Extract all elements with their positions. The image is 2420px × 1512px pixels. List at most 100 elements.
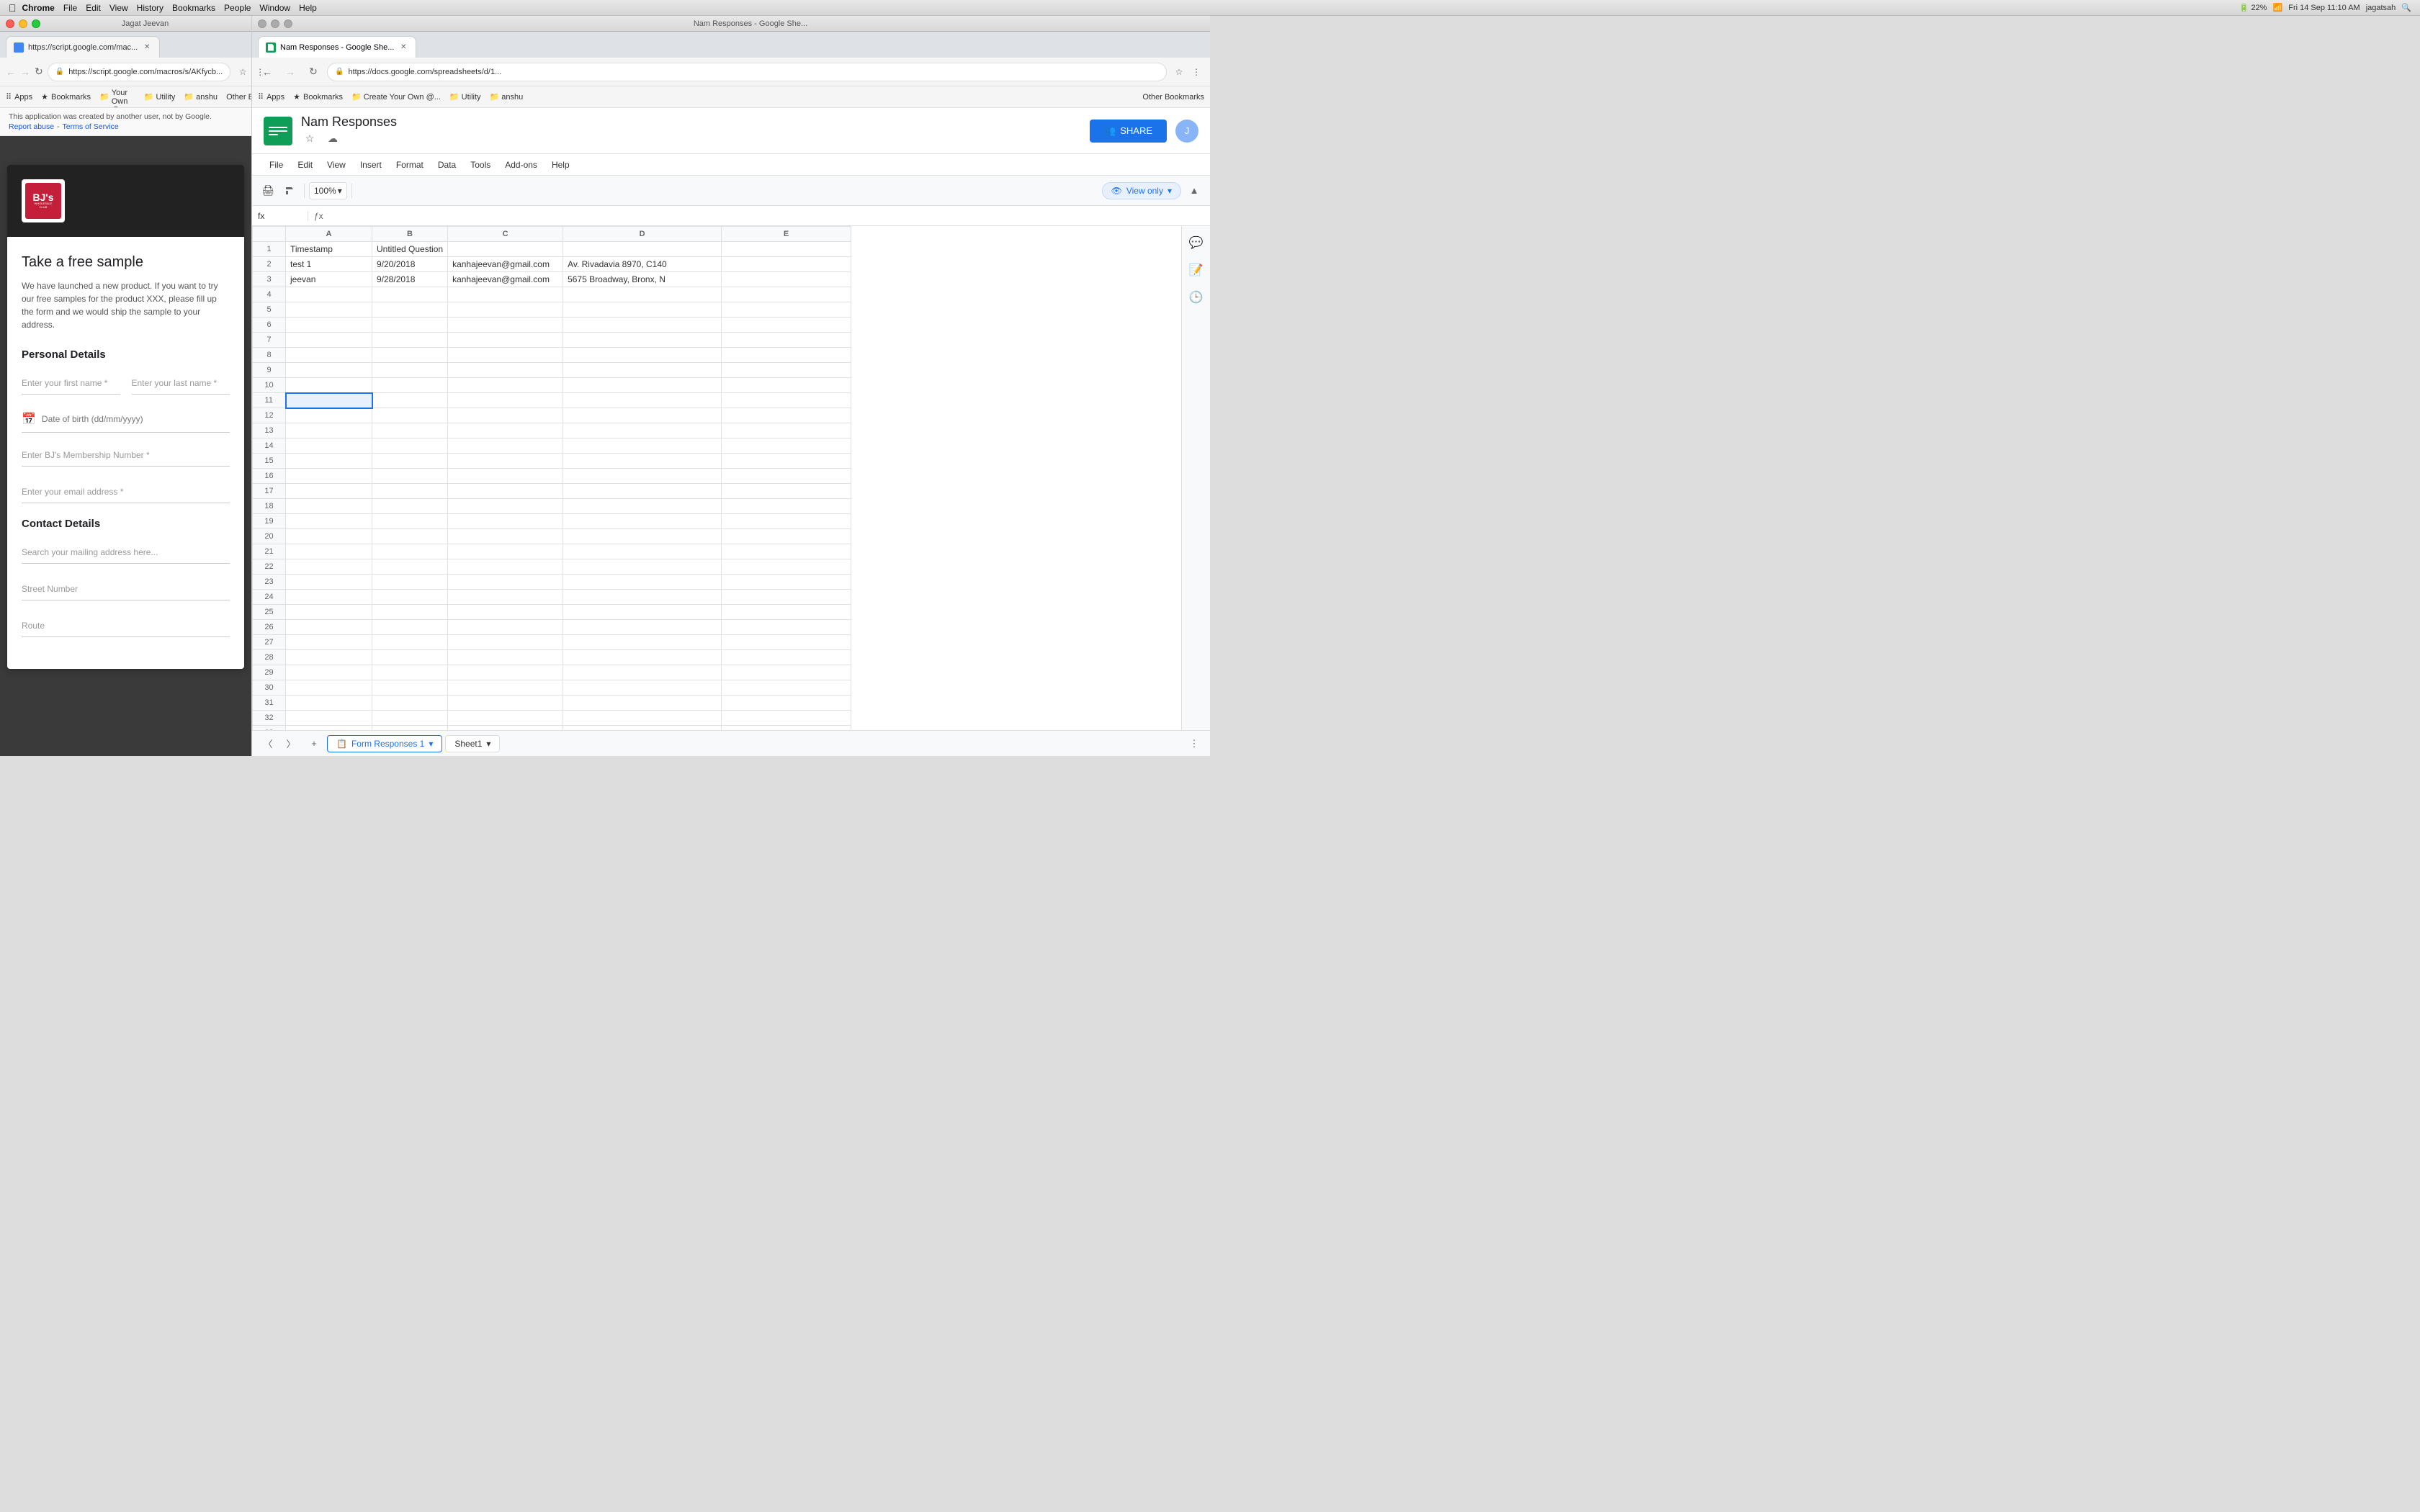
row-number[interactable]: 27: [253, 635, 286, 650]
user-avatar[interactable]: J: [1175, 120, 1198, 143]
col-header-b[interactable]: B: [372, 227, 448, 242]
table-cell[interactable]: [722, 575, 851, 590]
table-cell[interactable]: [722, 287, 851, 302]
mac-menu-edit[interactable]: Edit: [86, 3, 101, 13]
zoom-control[interactable]: 100% ▾: [309, 182, 347, 199]
table-cell[interactable]: [722, 423, 851, 438]
table-cell[interactable]: Timestamp: [286, 242, 372, 257]
table-cell[interactable]: test 1: [286, 257, 372, 272]
table-cell[interactable]: [563, 711, 722, 726]
table-cell[interactable]: [722, 408, 851, 423]
mac-menu-help[interactable]: Help: [299, 3, 317, 13]
table-cell[interactable]: [563, 378, 722, 393]
row-number[interactable]: 9: [253, 363, 286, 378]
table-cell[interactable]: [448, 590, 563, 605]
menu-help[interactable]: Help: [546, 157, 575, 173]
mac-menu-view[interactable]: View: [109, 3, 128, 13]
table-cell[interactable]: [448, 559, 563, 575]
menu-edit[interactable]: Edit: [292, 157, 318, 173]
col-header-a[interactable]: A: [286, 227, 372, 242]
table-cell[interactable]: [563, 287, 722, 302]
create-bookmark[interactable]: 📁 Create Your Own @...: [99, 86, 135, 108]
table-cell[interactable]: [722, 454, 851, 469]
table-cell[interactable]: [563, 318, 722, 333]
table-cell[interactable]: [286, 696, 372, 711]
table-cell[interactable]: [563, 363, 722, 378]
bookmark-star-icon[interactable]: ☆: [235, 64, 251, 80]
terms-of-service-link[interactable]: Terms of Service: [63, 122, 119, 131]
table-cell[interactable]: [372, 438, 448, 454]
row-number[interactable]: 19: [253, 514, 286, 529]
table-cell[interactable]: [563, 696, 722, 711]
refresh-button[interactable]: ↻: [35, 63, 43, 81]
table-cell[interactable]: [448, 635, 563, 650]
table-cell[interactable]: [372, 333, 448, 348]
last-name-input[interactable]: [132, 372, 230, 395]
table-cell[interactable]: [286, 408, 372, 423]
first-name-input[interactable]: [22, 372, 120, 395]
table-cell[interactable]: [448, 348, 563, 363]
table-cell[interactable]: [286, 438, 372, 454]
share-button[interactable]: 👥 SHARE: [1090, 120, 1167, 143]
row-number[interactable]: 5: [253, 302, 286, 318]
col-header-e[interactable]: E: [722, 227, 851, 242]
table-cell[interactable]: [722, 348, 851, 363]
table-cell[interactable]: [448, 484, 563, 499]
menu-data[interactable]: Data: [432, 157, 462, 173]
street-number-input[interactable]: [22, 578, 230, 600]
table-cell[interactable]: [372, 514, 448, 529]
sheets-active-tab[interactable]: Nam Responses - Google She... ✕: [258, 36, 416, 58]
table-cell[interactable]: [563, 650, 722, 665]
table-cell[interactable]: [563, 454, 722, 469]
mailing-address-input[interactable]: [22, 541, 230, 564]
row-number[interactable]: 15: [253, 454, 286, 469]
table-cell[interactable]: [448, 469, 563, 484]
row-number[interactable]: 12: [253, 408, 286, 423]
col-header-d[interactable]: D: [563, 227, 722, 242]
comment-sidebar-btn[interactable]: 📝: [1186, 259, 1207, 281]
table-cell[interactable]: kanhajeevan@gmail.com: [448, 272, 563, 287]
table-cell[interactable]: [563, 469, 722, 484]
sheets-bookmark-icon[interactable]: ☆: [1171, 64, 1187, 80]
table-cell[interactable]: [563, 665, 722, 680]
table-cell[interactable]: [372, 635, 448, 650]
table-cell[interactable]: [448, 544, 563, 559]
table-cell[interactable]: [286, 378, 372, 393]
table-cell[interactable]: [722, 393, 851, 408]
table-cell[interactable]: [372, 590, 448, 605]
sheets-create-bookmark[interactable]: 📁 Create Your Own @...: [351, 92, 441, 102]
mac-menu-window[interactable]: Window: [259, 3, 290, 13]
table-cell[interactable]: [722, 620, 851, 635]
table-cell[interactable]: [372, 696, 448, 711]
table-cell[interactable]: kanhajeevan@gmail.com: [448, 257, 563, 272]
star-doc-icon[interactable]: ☆: [301, 130, 318, 147]
mac-menu-bookmarks[interactable]: Bookmarks: [172, 3, 215, 13]
menu-insert[interactable]: Insert: [354, 157, 387, 173]
address-input[interactable]: 🔒 https://script.google.com/macros/s/AKf…: [48, 63, 230, 81]
dob-input[interactable]: [42, 414, 230, 424]
apple-menu[interactable]: : [9, 2, 17, 14]
table-cell[interactable]: [563, 590, 722, 605]
more-options-icon[interactable]: ⋮: [252, 64, 268, 80]
anshu-bookmark[interactable]: 📁 anshu: [184, 92, 218, 102]
table-cell[interactable]: [286, 318, 372, 333]
table-cell[interactable]: [372, 302, 448, 318]
spreadsheet-scroll[interactable]: A B C D E 1TimestampUntitled Question2te…: [252, 226, 1181, 730]
table-cell[interactable]: [372, 454, 448, 469]
table-cell[interactable]: [563, 680, 722, 696]
table-cell[interactable]: 9/28/2018: [372, 272, 448, 287]
table-cell[interactable]: [563, 605, 722, 620]
email-input[interactable]: [22, 481, 230, 503]
table-cell[interactable]: 9/20/2018: [372, 257, 448, 272]
table-cell[interactable]: [286, 454, 372, 469]
table-cell[interactable]: [448, 438, 563, 454]
row-number[interactable]: 30: [253, 680, 286, 696]
table-cell[interactable]: [372, 378, 448, 393]
table-cell[interactable]: [286, 469, 372, 484]
table-cell[interactable]: [286, 393, 372, 408]
table-cell[interactable]: [722, 257, 851, 272]
table-cell[interactable]: [286, 665, 372, 680]
table-cell[interactable]: [722, 544, 851, 559]
table-cell[interactable]: [286, 499, 372, 514]
mac-menu-file[interactable]: File: [63, 3, 77, 13]
